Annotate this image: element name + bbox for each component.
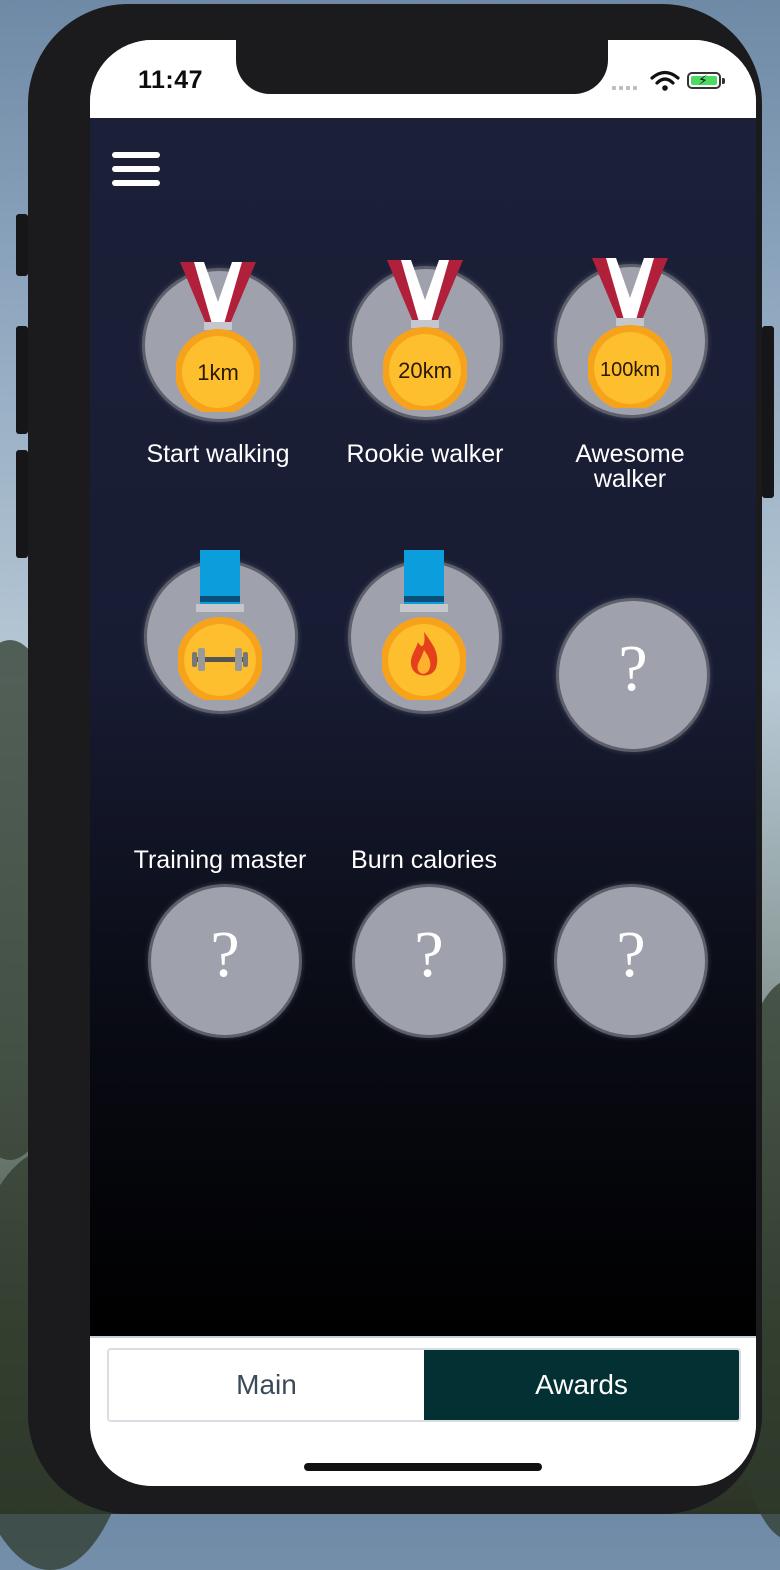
award-badge: ?: [554, 884, 708, 1038]
question-mark-icon: ?: [414, 918, 444, 991]
medal-flame-icon: [382, 550, 466, 700]
status-time: 11:47: [138, 66, 204, 94]
battery-icon: ⚡: [687, 72, 725, 89]
award-label: Rookie walker: [346, 440, 504, 468]
award-label: Training master: [133, 846, 307, 874]
medal-1km-icon: 1km: [176, 262, 260, 412]
medal-100km-icon: 100km: [588, 258, 672, 408]
award-label: Awesome walker: [575, 440, 685, 493]
bottom-tab-bar: Main Awards: [90, 1336, 756, 1486]
medal-text: 100km: [600, 359, 660, 381]
award-badge: ?: [148, 884, 302, 1038]
tab-awards[interactable]: Awards: [424, 1350, 739, 1420]
tab-main[interactable]: Main: [109, 1350, 424, 1420]
screen: 11:47 ⚡ 1km Start walking 20km Rookie wa…: [90, 40, 756, 1486]
mute-switch: [16, 214, 28, 276]
award-label: Burn calories: [351, 846, 497, 874]
medal-text: 20km: [398, 358, 452, 383]
question-mark-icon: ?: [616, 918, 646, 991]
medal-20km-icon: 20km: [383, 260, 467, 410]
award-label: Start walking: [146, 440, 290, 468]
phone-frame: 11:47 ⚡ 1km Start walking 20km Rookie wa…: [16, 4, 774, 1514]
signal-icon: [612, 86, 637, 90]
segmented-control: Main Awards: [107, 1348, 741, 1422]
awards-screen: 1km Start walking 20km Rookie walker 100…: [90, 118, 756, 1336]
wifi-icon: [650, 70, 680, 91]
power-button: [762, 326, 774, 498]
medal-text: 1km: [197, 360, 239, 385]
status-bar: 11:47 ⚡: [90, 40, 756, 118]
hamburger-menu-icon[interactable]: [112, 152, 160, 188]
medal-dumbbell-icon: [178, 550, 262, 700]
home-indicator[interactable]: [304, 1463, 542, 1471]
award-badge: ?: [352, 884, 506, 1038]
award-badge: ?: [556, 598, 710, 752]
volume-down-button: [16, 450, 28, 558]
question-mark-icon: ?: [210, 918, 240, 991]
question-mark-icon: ?: [618, 632, 648, 705]
volume-up-button: [16, 326, 28, 434]
notch: [236, 40, 608, 94]
